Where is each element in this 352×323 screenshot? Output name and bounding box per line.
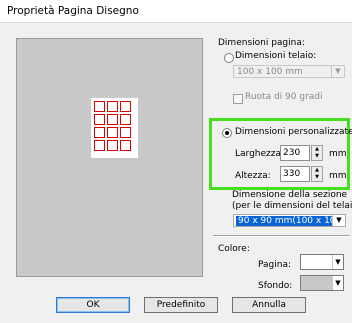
section-size-label: Dimensione della sezione: [232, 190, 348, 200]
color-heading: Colore:: [218, 244, 250, 254]
page-color-select[interactable]: ▼: [300, 254, 344, 270]
background-color-select[interactable]: ▼: [300, 275, 344, 291]
preview-cell: [107, 127, 118, 138]
frame-size-select[interactable]: 100 x 100 mm ▼: [233, 65, 345, 78]
divider: [213, 235, 350, 237]
frame-size-value: 100 x 100 mm: [237, 67, 303, 77]
custom-size-radio[interactable]: [222, 128, 232, 138]
chevron-down-icon: ▼: [332, 255, 343, 269]
preview-cell: [120, 127, 131, 138]
ok-button[interactable]: OK: [56, 297, 130, 313]
preview-cell: [107, 114, 118, 125]
chevron-down-icon: ▼: [332, 276, 343, 290]
width-label: Larghezza:: [235, 149, 285, 159]
page-size-heading: Dimensioni pagina:: [218, 38, 305, 48]
rotate-checkbox[interactable]: [233, 94, 243, 104]
chevron-down-icon: ▼: [331, 66, 344, 77]
preview-paper: [91, 98, 138, 158]
preview-cell: [107, 140, 118, 151]
background-color-label: Sfondo:: [258, 281, 293, 291]
default-button[interactable]: Predefinito: [144, 297, 218, 313]
height-input[interactable]: 330: [280, 166, 310, 182]
preview-cell: [120, 140, 131, 151]
preview-cell: [94, 140, 105, 151]
section-size-select[interactable]: 90 x 90 mm(100 x 100 mm ▼: [233, 214, 346, 227]
section-size-sublabel: (per le dimensioni del telaio):: [232, 201, 352, 211]
preview-cell: [94, 127, 105, 138]
height-spinner[interactable]: ▲ ▼: [311, 166, 323, 182]
rotate-label: Ruota di 90 gradi: [245, 92, 323, 102]
height-label: Altezza:: [235, 171, 271, 181]
dialog-body: Dimensioni pagina: Dimensioni telaio: 10…: [0, 22, 352, 323]
height-unit: mm: [329, 171, 347, 181]
frame-size-radio[interactable]: [224, 53, 234, 63]
width-unit: mm: [329, 149, 347, 159]
width-value: 230: [283, 148, 301, 158]
preview-cell: [120, 114, 131, 125]
preview-cell: [94, 101, 105, 112]
preview-cell: [94, 114, 105, 125]
cancel-button[interactable]: Annulla: [232, 297, 306, 313]
width-input[interactable]: 230: [280, 145, 310, 161]
height-value: 330: [283, 169, 301, 179]
frame-size-label: Dimensioni telaio:: [235, 51, 317, 61]
section-size-value: 90 x 90 mm(100 x 100 mm: [236, 216, 333, 226]
preview-cell: [120, 101, 131, 112]
preview-section-grid: [94, 101, 131, 151]
title-bar: Proprietà Pagina Disegno: [0, 0, 352, 22]
page-preview: [16, 38, 203, 277]
page-color-label: Pagina:: [258, 260, 292, 270]
custom-size-label: Dimensioni personalizzate:: [235, 127, 352, 137]
width-spinner[interactable]: ▲ ▼: [311, 145, 323, 161]
window-title: Proprietà Pagina Disegno: [7, 5, 139, 17]
preview-cell: [107, 101, 118, 112]
chevron-down-icon: ▼: [332, 215, 345, 226]
